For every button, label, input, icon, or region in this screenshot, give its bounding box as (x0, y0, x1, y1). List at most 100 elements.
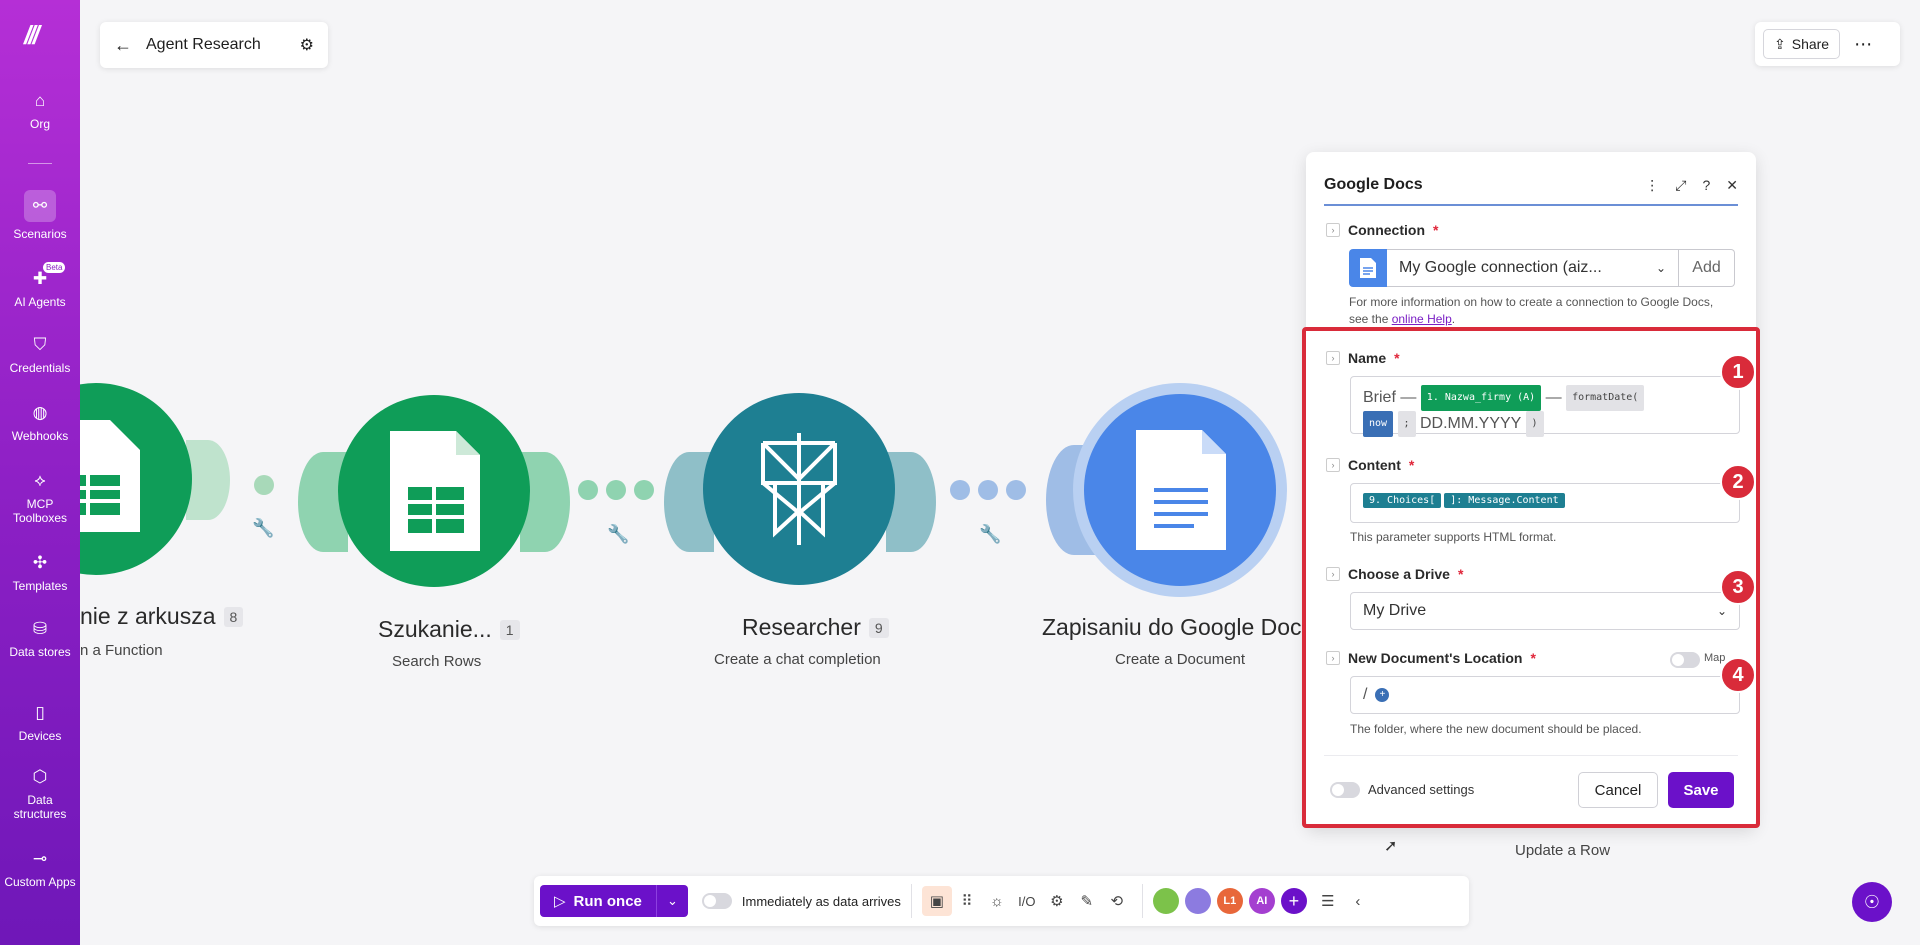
variable-pill[interactable]: 1. Nazwa_firmy (A) (1420, 385, 1542, 411)
kebab-menu-icon[interactable]: ⋮ (1645, 177, 1659, 194)
more-options-icon[interactable]: ⋯ (1854, 34, 1872, 55)
connection-select[interactable]: My Google connection (aiz... ⌄ (1387, 249, 1679, 287)
variable-pill[interactable]: ]: Message.Content (1444, 493, 1565, 509)
keyword-pill[interactable]: now (1363, 411, 1394, 437)
variable-pill[interactable]: 9. Choices[ (1363, 493, 1442, 509)
sidebar-item-templates[interactable]: ✣ Templates (0, 552, 80, 593)
immediately-toggle[interactable] (701, 893, 732, 909)
app-bubble-l1[interactable]: L1 (1216, 888, 1243, 914)
app-bubble-green[interactable] (1152, 888, 1179, 914)
sidebar-item-mcp-toolboxes[interactable]: ⟡ MCP Toolboxes (0, 470, 80, 525)
chevron-left-icon[interactable]: ‹ (1343, 886, 1373, 916)
scenario-title-card: ← Agent Research ⚙ (100, 22, 328, 68)
io-icon[interactable]: I/O (1012, 886, 1042, 916)
advanced-settings-toggle[interactable] (1330, 782, 1360, 798)
wrench-icon[interactable]: 🔧 (252, 518, 274, 539)
scenario-settings-icon[interactable]: ▣ (921, 886, 952, 916)
run-options-dropdown[interactable]: ⌄ (655, 885, 688, 917)
chevron-right-icon[interactable]: › (1326, 223, 1340, 237)
drive-label: › Choose a Drive * (1326, 566, 1463, 582)
home-icon: ⌂ (34, 91, 46, 110)
module-node-researcher[interactable] (703, 393, 895, 585)
chevron-right-icon[interactable]: › (1326, 458, 1340, 472)
app-bubble-ai[interactable]: AI (1248, 888, 1275, 914)
app-bubble-purple[interactable] (1184, 888, 1211, 914)
connector-dot (1006, 480, 1026, 500)
scenario-title[interactable]: Agent Research (146, 36, 261, 54)
node-subtitle: Search Rows (392, 653, 482, 670)
play-icon: ▷ (554, 893, 566, 910)
node-subtitle: Create a Document (1115, 651, 1246, 668)
wrench-icon[interactable]: 🔧 (607, 524, 629, 545)
mcp-icon: ⟡ (34, 471, 46, 490)
separator-pill[interactable]: ; (1397, 411, 1416, 437)
expand-icon[interactable]: ⤢ (1675, 177, 1686, 194)
close-icon[interactable]: ✕ (1726, 177, 1738, 194)
sidebar-item-scenarios[interactable]: ⚯ Scenarios (0, 190, 80, 241)
sidebar-item-devices[interactable]: ▯ Devices (0, 702, 80, 743)
sidebar-item-ai-agents[interactable]: ✚ Beta AI Agents (0, 262, 80, 309)
checklist-icon[interactable]: ☰ (1313, 886, 1343, 916)
node-subtitle: Create a chat completion (714, 651, 881, 668)
advanced-settings-label: Advanced settings (1368, 782, 1475, 797)
sidebar-item-webhooks[interactable]: ◍ Webhooks (0, 402, 80, 443)
immediately-label: Immediately as data arrives (741, 893, 901, 909)
chevron-right-icon[interactable]: › (1326, 567, 1340, 581)
docs-icon (1349, 249, 1387, 287)
chevron-right-icon[interactable]: › (1326, 351, 1340, 365)
map-toggle[interactable] (1670, 652, 1700, 668)
connector-dot (254, 475, 274, 495)
notes-icon[interactable]: ✎ (1072, 886, 1102, 916)
name-input[interactable]: Brief — 1. Nazwa_firmy (A) — formatDate(… (1350, 376, 1740, 437)
perplexity-icon (761, 433, 837, 545)
cancel-button[interactable]: Cancel (1578, 772, 1658, 808)
module-node-search-rows[interactable] (338, 395, 530, 587)
toolbar-divider (910, 884, 912, 918)
function-close-pill[interactable]: ) (1525, 411, 1544, 437)
run-once-button[interactable]: ▷ Run once (540, 885, 656, 917)
make-logo[interactable]: /// (24, 20, 56, 50)
back-arrow-icon[interactable]: ← (114, 35, 132, 56)
location-input[interactable]: / + (1350, 676, 1740, 714)
node-count-badge: 8 (223, 606, 244, 627)
module-node-google-docs[interactable] (1084, 394, 1276, 586)
wrench-icon[interactable]: 🔧 (979, 524, 1001, 545)
chevron-right-icon[interactable]: › (1326, 651, 1340, 665)
node-title: nie z arkusza 8 (80, 603, 244, 630)
connector-dot (634, 480, 654, 500)
add-module-icon[interactable]: + (1280, 888, 1307, 914)
chevron-down-icon: ⌄ (1655, 261, 1666, 275)
share-button[interactable]: ⇪ Share (1763, 29, 1841, 59)
settings-sliders-icon[interactable]: ⚙ (300, 35, 314, 55)
content-input[interactable]: 9. Choices[]: Message.Content (1350, 483, 1740, 523)
sidebar-item-credentials[interactable]: ⛉ Credentials (0, 334, 80, 375)
sidebar-item-data-stores[interactable]: ⛁ Data stores (0, 618, 80, 659)
grid-icon[interactable]: ⠿ (952, 886, 982, 916)
panel-divider (1324, 755, 1738, 756)
mouse-cursor-icon: ➚ (1384, 838, 1398, 855)
globe-icon: ◍ (32, 403, 48, 422)
sidebar-item-data-structures[interactable]: ⬡ Data structures (0, 766, 80, 821)
sidebar: /// ⌂ Org ⚯ Scenarios ✚ Beta AI Agents ⛉ Cred… (0, 0, 80, 945)
beta-badge: Beta (43, 262, 66, 273)
history-icon[interactable]: ⟲ (1102, 886, 1132, 916)
content-label: › Content * (1326, 457, 1414, 473)
online-help-link[interactable]: online Help (1392, 312, 1452, 326)
help-lightbulb-button[interactable]: ☉ (1852, 882, 1892, 922)
chevron-down-icon: ⌄ (1716, 604, 1727, 618)
lightbulb-icon[interactable]: ☼ (982, 886, 1012, 916)
sidebar-item-org[interactable]: ⌂ Org (0, 90, 80, 131)
save-button[interactable]: Save (1668, 772, 1734, 808)
help-icon[interactable]: ? (1702, 177, 1710, 194)
function-pill[interactable]: formatDate( (1566, 385, 1645, 411)
add-connection-button[interactable]: Add (1679, 249, 1735, 287)
gear-icon[interactable]: ⚙ (1042, 886, 1072, 916)
drive-select[interactable]: My Drive ⌄ (1350, 592, 1740, 630)
bottom-toolbar: ▷ Run once ⌄ Immediately as data arrives … (534, 876, 1469, 926)
node-connector-ear (186, 440, 230, 520)
sidebar-item-custom-apps[interactable]: ⊸ Custom Apps (0, 848, 80, 889)
location-label: › New Document's Location * (1326, 650, 1536, 666)
folder-picker-icon[interactable]: + (1375, 688, 1390, 702)
toolbar-divider (1141, 884, 1143, 918)
panel-title: Google Docs (1324, 176, 1423, 193)
